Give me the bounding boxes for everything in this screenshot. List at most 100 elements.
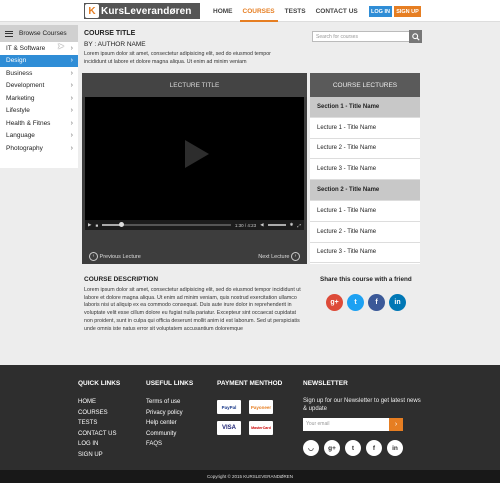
- chevron-right-icon: ›: [291, 251, 300, 261]
- google-plus-icon[interactable]: g+: [324, 440, 340, 456]
- category-sidebar: Browse Courses IT & Software › Design › Bu…: [0, 25, 78, 168]
- twitter-icon[interactable]: t: [347, 294, 364, 311]
- video-panel: LECTURE TITLE ▶ ■ 1:30 / 4:23 ◀ ✱ ⤢ ‹ Pr…: [82, 73, 307, 264]
- top-navbar: K KursLeverandøren HOME COURSES TESTS CO…: [0, 0, 500, 22]
- footer-link-sign-up[interactable]: SIGN UP: [78, 450, 116, 461]
- login-button[interactable]: LOG IN: [369, 6, 392, 17]
- chevron-right-icon: ›: [70, 132, 73, 140]
- lecture-row[interactable]: Lecture 3 - Title Name: [310, 159, 420, 181]
- course-intro: Lorem ipsum dolor sit amet, consectetur …: [84, 51, 271, 65]
- logo-mark-icon: K: [85, 4, 99, 18]
- settings-icon[interactable]: ✱: [290, 222, 294, 228]
- sidebar-item-health-fitnes[interactable]: Health & Fitnes ›: [0, 117, 78, 130]
- facebook-icon[interactable]: f: [368, 294, 385, 311]
- linkedin-icon[interactable]: in: [387, 440, 403, 456]
- footer-link-courses[interactable]: COURSES: [78, 408, 116, 419]
- rss-icon[interactable]: ◡: [303, 440, 319, 456]
- volume-icon[interactable]: ◀: [260, 222, 263, 228]
- footer-link-tests[interactable]: TESTS: [78, 418, 116, 429]
- video-player[interactable]: [85, 97, 304, 220]
- lecture-row[interactable]: Lecture 2 - Title Name: [310, 222, 420, 243]
- footer-link-privacy[interactable]: Privacy policy: [146, 408, 183, 419]
- visa-logo: VISA: [217, 421, 241, 435]
- quick-links-list: HOME COURSES TESTS CONTACT US LOG IN SIG…: [78, 397, 116, 461]
- seekbar-handle[interactable]: [119, 222, 125, 227]
- sidebar-item-photography[interactable]: Photography ›: [0, 142, 78, 155]
- newsletter-email-input[interactable]: Your email: [303, 418, 389, 431]
- lecture-row[interactable]: Lecture 3 - Title Name: [310, 243, 420, 264]
- course-title: COURSE TITLE: [84, 30, 136, 37]
- copyright: Copyright © 2015 KURSLEVERANDØREN: [0, 470, 500, 483]
- payoneer-logo: Payoneer: [249, 400, 273, 414]
- footer-link-help-center[interactable]: Help center: [146, 418, 183, 429]
- lecture-row[interactable]: Lecture 1 - Title Name: [310, 201, 420, 222]
- footer-link-home[interactable]: HOME: [78, 397, 116, 408]
- nav-contact-us[interactable]: CONTACT US: [313, 0, 361, 22]
- sidebar-item-label: IT & Software: [6, 44, 46, 52]
- chevron-right-icon: ›: [70, 144, 73, 152]
- twitter-icon[interactable]: t: [345, 440, 361, 456]
- menu-icon: [5, 30, 13, 37]
- sidebar-item-business[interactable]: Business ›: [0, 67, 78, 80]
- chevron-right-icon: ›: [70, 44, 73, 52]
- footer-link-contact-us[interactable]: CONTACT US: [78, 429, 116, 440]
- sidebar-item-lifestyle[interactable]: Lifestyle ›: [0, 105, 78, 118]
- course-lectures-header: COURSE LECTURES: [310, 73, 420, 97]
- site-logo[interactable]: K KursLeverandøren: [84, 3, 200, 19]
- video-seekbar[interactable]: [102, 222, 231, 227]
- rewind-icon[interactable]: ■: [95, 223, 98, 228]
- facebook-icon[interactable]: f: [366, 440, 382, 456]
- sidebar-item-label: Business: [6, 69, 33, 77]
- sidebar-item-label: Health & Fitnes: [6, 119, 51, 127]
- nav-tests[interactable]: TESTS: [282, 0, 309, 22]
- search-button[interactable]: [409, 30, 422, 43]
- play-icon[interactable]: [185, 140, 209, 168]
- next-lecture-button[interactable]: Next Lecture ›: [258, 251, 300, 261]
- sidebar-item-label: Photography: [6, 144, 43, 152]
- browse-courses-header[interactable]: Browse Courses: [0, 25, 78, 42]
- sidebar-item-label: Marketing: [6, 94, 35, 102]
- sidebar-item-it-software[interactable]: IT & Software ›: [0, 42, 78, 55]
- logo-text: KursLeverandøren: [101, 5, 192, 17]
- previous-lecture-button[interactable]: ‹ Previous Lecture: [89, 251, 141, 261]
- footer-link-community[interactable]: Community: [146, 429, 183, 440]
- share-buttons: g+ t f in: [326, 294, 406, 311]
- sidebar-item-label: Language: [6, 132, 35, 140]
- share-title: Share this course with a friend: [320, 276, 412, 283]
- footer-link-log-in[interactable]: LOG IN: [78, 439, 116, 450]
- previous-lecture-label: Previous Lecture: [99, 253, 141, 260]
- search-input[interactable]: Search for courses: [312, 31, 421, 42]
- lecture-title: LECTURE TITLE: [82, 73, 307, 97]
- nav-courses[interactable]: COURSES: [239, 0, 278, 22]
- play-button-icon[interactable]: ▶: [88, 222, 91, 228]
- linkedin-icon[interactable]: in: [389, 294, 406, 311]
- footer-link-faqs[interactable]: FAQS: [146, 439, 183, 450]
- lecture-row[interactable]: Lecture 2 - Title Name: [310, 139, 420, 160]
- sidebar-item-development[interactable]: Development ›: [0, 80, 78, 93]
- course-description-title: COURSE DESCRIPTION: [84, 276, 159, 283]
- footer-social-icons: ◡ g+ t f in: [303, 440, 403, 456]
- lecture-nav: ‹ Previous Lecture Next Lecture ›: [85, 249, 304, 263]
- chevron-right-icon: ›: [70, 119, 73, 127]
- newsletter-text: Sign up for our Newsletter to get latest…: [303, 398, 421, 412]
- sidebar-item-label: Development: [6, 82, 45, 90]
- google-plus-icon[interactable]: g+: [326, 294, 343, 311]
- section-row[interactable]: Section 2 - Title Name: [310, 180, 420, 201]
- section-row[interactable]: Section 1 - Title Name: [310, 97, 420, 118]
- mouse-cursor-icon: ➤: [57, 41, 65, 51]
- course-author: BY : AUTHOR NAME: [84, 41, 146, 48]
- chevron-right-icon: ›: [70, 82, 73, 90]
- nav-home[interactable]: HOME: [210, 0, 236, 22]
- chevron-right-icon: ›: [70, 57, 73, 65]
- sidebar-item-design[interactable]: Design ›: [0, 54, 78, 67]
- lecture-row[interactable]: Lecture 1 - Title Name: [310, 118, 420, 139]
- search-icon: [411, 32, 420, 41]
- footer-link-terms[interactable]: Terms of use: [146, 397, 183, 408]
- chevron-right-icon: ›: [70, 69, 73, 77]
- fullscreen-icon[interactable]: ⤢: [297, 223, 301, 228]
- signup-button[interactable]: SIGN UP: [394, 6, 421, 17]
- sidebar-item-language[interactable]: Language ›: [0, 130, 78, 143]
- newsletter-submit-button[interactable]: ›: [389, 418, 403, 431]
- sidebar-item-marketing[interactable]: Marketing ›: [0, 92, 78, 105]
- volume-slider[interactable]: [267, 224, 286, 226]
